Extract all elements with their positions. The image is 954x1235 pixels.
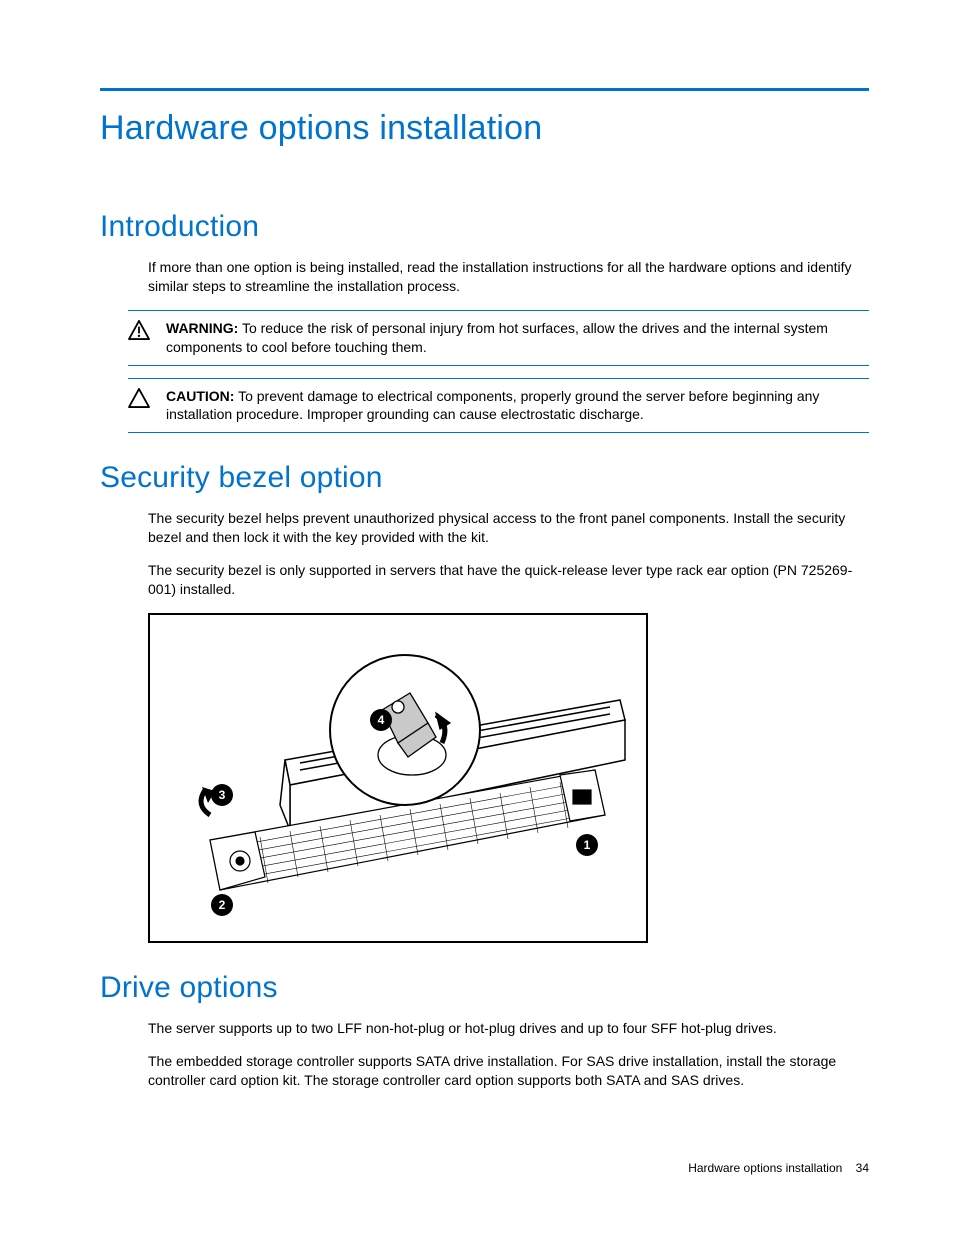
drives-paragraph-1: The server supports up to two LFF non-ho…: [148, 1019, 869, 1038]
callout-2: 2: [219, 898, 226, 912]
warning-label: WARNING:: [166, 320, 238, 336]
footer-title: Hardware options installation: [688, 1161, 842, 1175]
caution-label: CAUTION:: [166, 388, 234, 404]
intro-paragraph: If more than one option is being install…: [148, 258, 869, 296]
bezel-diagram: 1 2 3 4: [148, 613, 648, 943]
page-footer: Hardware options installation 34: [688, 1161, 869, 1175]
bezel-diagram-svg: 1 2 3 4: [150, 615, 648, 943]
drives-body: The server supports up to two LFF non-ho…: [148, 1019, 869, 1090]
drives-paragraph-2: The embedded storage controller supports…: [148, 1052, 869, 1090]
heading-security-bezel: Security bezel option: [100, 461, 869, 495]
bezel-paragraph-2: The security bezel is only supported in …: [148, 561, 869, 599]
caution-icon: [128, 388, 150, 408]
bezel-paragraph-1: The security bezel helps prevent unautho…: [148, 509, 869, 547]
heading-drive-options: Drive options: [100, 971, 869, 1005]
footer-page-number: 34: [856, 1161, 869, 1175]
heading-introduction: Introduction: [100, 210, 869, 244]
callout-3: 3: [219, 788, 226, 802]
page-title: Hardware options installation: [100, 109, 869, 148]
callout-4: 4: [378, 713, 385, 727]
caution-admonition: CAUTION: To prevent damage to electrical…: [128, 378, 869, 434]
caution-body: To prevent damage to electrical componen…: [166, 388, 819, 423]
warning-text: WARNING: To reduce the risk of personal …: [166, 319, 865, 357]
warning-admonition: WARNING: To reduce the risk of personal …: [128, 310, 869, 366]
callout-1: 1: [584, 838, 591, 852]
bezel-body: The security bezel helps prevent unautho…: [148, 509, 869, 599]
caution-text: CAUTION: To prevent damage to electrical…: [166, 387, 865, 425]
intro-body: If more than one option is being install…: [148, 258, 869, 296]
warning-icon: [128, 320, 150, 340]
warning-body: To reduce the risk of personal injury fr…: [166, 320, 828, 355]
top-rule: [100, 88, 869, 91]
